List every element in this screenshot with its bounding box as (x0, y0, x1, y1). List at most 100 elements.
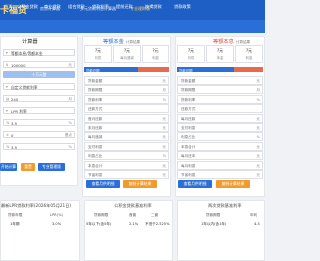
result-row-label: 本息合计 (88, 163, 103, 168)
result-row-label: 每月还款 (181, 116, 196, 121)
nav-item-commercial-loan[interactable]: 商业贷款 (44, 4, 61, 10)
result-row-unit: 月 (256, 88, 260, 93)
final-rate-input[interactable]: % 3.5 % (3, 143, 75, 150)
loan-amount-input[interactable]: ¥ 100000 元 (3, 61, 75, 68)
nav-item-home[interactable]: 首页 (4, 4, 12, 10)
result-row-label: 末月还款 (88, 126, 103, 130)
rate-type-select[interactable]: ▾ 自定义贷款利率 (3, 83, 75, 90)
result-row-unit: 元 (256, 154, 260, 159)
result-row-unit: 元 (162, 116, 166, 121)
table-cell: 2.1% (129, 222, 139, 226)
nav-item-mortgage[interactable]: 按揭贷款 (145, 4, 162, 10)
result-row-label: 贷款金额 (181, 79, 196, 83)
result-row-label: 贷款金额 (88, 79, 103, 83)
result-row-unit: 元 (256, 79, 260, 83)
ep-copy-result-button[interactable]: 复制计算结果 (123, 180, 157, 188)
result-row-label: 每月还本 (181, 154, 196, 159)
result-row: 还款方式 (177, 104, 263, 114)
commercial-table-title: 两次贷款基准利率 (208, 203, 242, 208)
table-cell: 1年以内(含1年) (201, 222, 227, 226)
result-row-label: 每月递减 (88, 135, 103, 140)
calculator-title: 计算器 (22, 39, 38, 45)
result-row-unit: 元 (256, 116, 260, 121)
lpr-table-title: 最新LPR贷款利率(2026年05月21日) (1, 203, 72, 208)
result-row: 末月还款 元 (84, 123, 169, 132)
nav-item-provident-loan[interactable]: 公积金贷款 (17, 4, 38, 10)
lpr-rate-input[interactable]: % 3.5 % (3, 119, 75, 126)
ei-view-plan-button[interactable]: 查看月供明细 (178, 180, 212, 188)
result-row: 利息占比% (84, 151, 169, 161)
result-row: 支付利息 元 (177, 123, 263, 132)
start-calc-button[interactable]: 开始计算 (0, 163, 17, 171)
result-row-label: 贷款期限 (181, 88, 196, 93)
provident-table-title: 公积金贷款基准利率 (114, 203, 152, 208)
table-cell: 5年以下(含5年) (86, 222, 112, 226)
dropdown-icon: ▾ (6, 109, 8, 113)
table-cell: 4.3 (254, 222, 260, 226)
result-row: 贷款利率% (84, 94, 169, 104)
result-row: 每月递减 元 (84, 132, 169, 142)
nav-item-loan-policy[interactable]: 贷款政策 (174, 4, 191, 10)
result-row: 每月利息 元 (177, 160, 263, 170)
result-row-label: 节省利息 (88, 173, 103, 177)
loan-term-input[interactable]: ▤ 240 月 (3, 95, 75, 102)
result-row: 节省利息 元 (177, 170, 263, 179)
result-row: 贷款期限 月 (177, 85, 263, 95)
result-row: 本息合计 元 (84, 160, 169, 170)
dropdown-icon: ▾ (6, 51, 8, 55)
result-row-label: 利息占比 (181, 135, 196, 140)
loan-type-select[interactable]: ▾ 等额本息/等额本金 (3, 49, 75, 56)
ei-copy-result-button[interactable]: 复制计算结果 (216, 180, 250, 188)
result-row: 每月还款 元 (177, 113, 263, 123)
lpr-select[interactable]: ▾ LPR 利率 (3, 107, 75, 114)
result-row: 节省利息 元 (84, 170, 169, 179)
result-row: 支付利息 元 (84, 141, 169, 151)
summary-monthly: ?元 月供 (84, 45, 112, 63)
result-row-unit: 元 (256, 163, 260, 168)
result-row-label: 贷款期限 (88, 88, 103, 93)
table-header: LPR(%) (50, 213, 63, 217)
basis-points-input[interactable]: ± 0 基点 (3, 131, 75, 138)
result-row-unit: % (162, 154, 166, 159)
plus-minus-icon: ± (6, 133, 10, 137)
table-header: 贷款期限 (206, 213, 221, 217)
commercial-rate-panel (177, 200, 265, 261)
lpr-table-panel (0, 200, 80, 261)
nav-item-prepayment[interactable]: 提前还款 (116, 4, 133, 10)
table-cell: 不低于2.525% (145, 222, 170, 226)
pro-version-button[interactable]: 专业管理版 (38, 163, 65, 171)
reset-button[interactable]: 重置 (21, 163, 35, 171)
result-row: 本息合计 元 (177, 141, 263, 151)
result-row: 还款方式 (84, 104, 169, 114)
result-row-label: 支付利息 (181, 126, 196, 130)
result-row-unit: % (162, 97, 166, 102)
ep-view-plan-button[interactable]: 查看月供明细 (86, 180, 120, 188)
result-row-label: 贷款利率 (88, 97, 103, 102)
main-nav (0, 20, 265, 33)
nav-item-loan-rate[interactable]: 贷款利率 (92, 4, 109, 10)
result-row-unit: % (256, 135, 260, 140)
result-row-label: 利息占比 (88, 154, 103, 159)
result-row: 每月还本 元 (177, 151, 263, 161)
result-row-label: 还款方式 (88, 107, 103, 112)
summary-monthly: ?元 月供 (177, 45, 205, 63)
result-row-unit: 元 (162, 163, 166, 168)
result-row-label: 支付利息 (88, 144, 103, 149)
interest-bar (138, 67, 169, 72)
table-cell: 1年期 (10, 222, 20, 226)
bar-label: 贷款总额 (179, 68, 193, 73)
result-row-unit: 元 (162, 79, 166, 83)
table-header: 贷款年限 (8, 213, 23, 217)
result-row-unit: 元 (162, 126, 166, 130)
table-header: 二套 (151, 213, 159, 217)
provident-rate-panel (84, 200, 173, 261)
amount-in-words: 十万元整 (3, 71, 75, 78)
calendar-icon: ▤ (6, 97, 10, 101)
table-cell: 3.0% (52, 222, 62, 226)
result-row-unit: % (256, 97, 260, 102)
nav-item-combined-loan[interactable]: 组合贷款 (68, 4, 85, 10)
result-row: 贷款利率% (177, 94, 263, 104)
result-row-unit: 元 (256, 173, 260, 177)
result-row-label: 首月还款 (88, 116, 103, 121)
result-row-unit: 月 (162, 88, 166, 93)
